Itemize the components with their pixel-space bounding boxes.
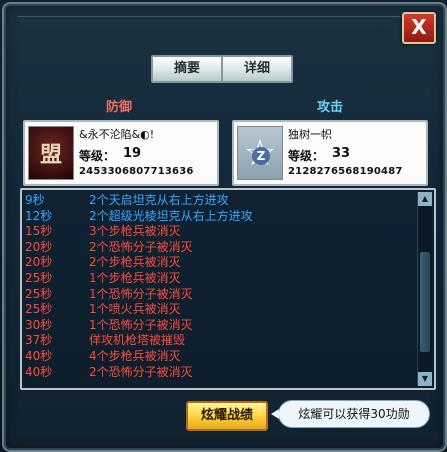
log-time: 12秒 <box>25 208 53 223</box>
log-row: 15秒 3个步枪兵被消灭 <box>25 224 414 240</box>
log-time: 40秒 <box>25 348 53 363</box>
log-text: 2个恐怖分子被消灭 <box>89 364 193 379</box>
defender-level-label: 等级： <box>79 149 116 163</box>
panel-divider <box>18 16 401 21</box>
attacker-id: 2128276568190487 <box>288 166 403 177</box>
log-row: 25秒 1个步枪兵被消灭 <box>25 271 414 287</box>
alliance-emblem-icon: 盟 <box>39 143 62 168</box>
z-badge-icon: Z <box>252 147 270 165</box>
battle-log-list: 9秒 2个天启坦克从右上方进攻 12秒 2个超级光棱坦克从右上方进攻 15秒 3个步枪… <box>25 193 414 380</box>
log-time: 25秒 <box>25 302 53 317</box>
defender-name: &永不沦陷&◐! <box>79 128 155 141</box>
log-text: 1个恐怖分子被消灭 <box>89 286 193 301</box>
attacker-avatar: ☆ Z <box>237 126 283 180</box>
log-time: 37秒 <box>25 333 53 348</box>
scroll-up-arrow-icon[interactable]: ▲ <box>418 192 432 206</box>
log-text: 佯攻机枪塔被摧毁 <box>89 333 186 348</box>
attacker-level: 33 <box>332 146 351 161</box>
log-time: 15秒 <box>25 224 53 239</box>
attacker-card: ☆ Z 独树一帜 等级： 33 2128276568190487 <box>232 120 428 186</box>
log-text: 2个天启坦克从右上方进攻 <box>89 193 229 207</box>
log-row: 37秒 佯攻机枪塔被摧毁 <box>25 333 414 349</box>
log-text: 1个喷火兵被消灭 <box>89 302 181 317</box>
defender-id: 2453306807713636 <box>79 166 194 177</box>
log-row: 25秒 1个恐怖分子被消灭 <box>25 287 414 303</box>
log-time: 25秒 <box>25 286 53 301</box>
close-button[interactable]: X <box>402 12 436 44</box>
log-row: 40秒 4个步枪兵被消灭 <box>25 349 414 365</box>
defender-avatar: 盟 <box>28 126 74 180</box>
log-row: 20秒 2个步枪兵被消灭 <box>25 255 414 271</box>
tab-detail[interactable]: 详细 <box>221 55 293 83</box>
log-text: 1个恐怖分子被消灭 <box>89 317 193 332</box>
tab-summary[interactable]: 摘要 <box>151 55 223 83</box>
battle-log[interactable]: 9秒 2个天启坦克从右上方进攻 12秒 2个超级光棱坦克从右上方进攻 15秒 3个步枪… <box>20 188 436 390</box>
log-row: 40秒 2个恐怖分子被消灭 <box>25 365 414 381</box>
log-time: 40秒 <box>25 364 53 379</box>
log-row: 25秒 1个喷火兵被消灭 <box>25 302 414 318</box>
defense-label: 防御 <box>106 100 133 115</box>
attack-label: 攻击 <box>317 100 344 115</box>
log-time: 20秒 <box>25 255 53 270</box>
log-row: 12秒 2个超级光棱坦克从右上方进攻 <box>25 209 414 225</box>
defender-level: 19 <box>123 146 142 161</box>
scroll-down-arrow-icon[interactable]: ▼ <box>418 372 432 386</box>
log-text: 1个步枪兵被消灭 <box>89 270 181 285</box>
log-row: 20秒 2个恐怖分子被消灭 <box>25 240 414 256</box>
log-text: 4个步枪兵被消灭 <box>89 348 181 363</box>
attacker-level-label: 等级： <box>288 149 325 163</box>
log-text: 2个恐怖分子被消灭 <box>89 239 193 254</box>
brag-button[interactable]: 炫耀战绩 <box>186 401 268 431</box>
log-row: 9秒 2个天启坦克从右上方进攻 <box>25 193 414 209</box>
log-row: 30秒 1个恐怖分子被消灭 <box>25 318 414 334</box>
log-time: 25秒 <box>25 270 53 285</box>
log-text: 2个步枪兵被消灭 <box>89 255 181 270</box>
log-text: 3个步枪兵被消灭 <box>89 224 181 239</box>
scroll-thumb[interactable] <box>420 252 430 352</box>
brag-tooltip: 炫耀可以获得30功勋 <box>271 400 430 428</box>
log-time: 30秒 <box>25 317 53 332</box>
log-time: 20秒 <box>25 239 53 254</box>
log-time: 9秒 <box>25 193 45 207</box>
log-text: 2个超级光棱坦克从右上方进攻 <box>89 208 253 223</box>
log-scrollbar[interactable]: ▲ ▼ <box>417 192 432 386</box>
attacker-name: 独树一帜 <box>288 128 332 141</box>
defender-card: 盟 &永不沦陷&◐! 等级： 19 2453306807713636 <box>23 120 219 186</box>
